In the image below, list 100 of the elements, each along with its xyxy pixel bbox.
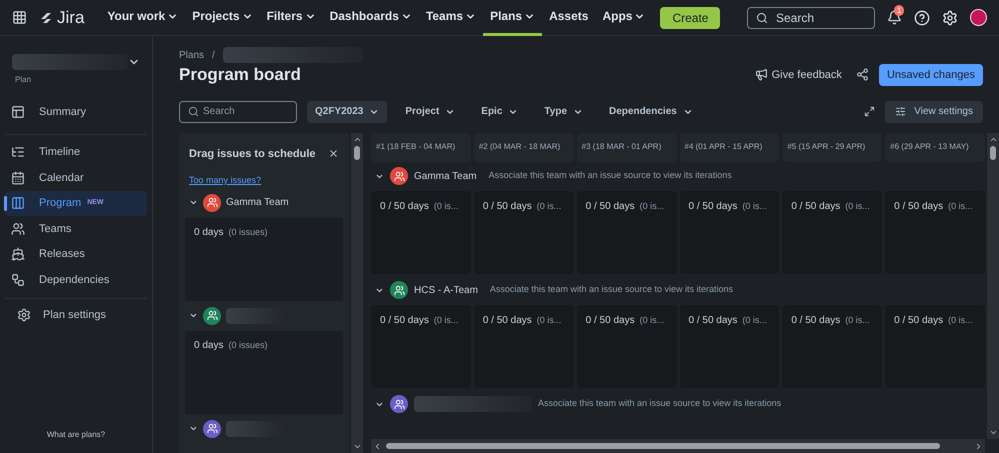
notification-badge: 1 xyxy=(894,5,904,16)
people-icon xyxy=(206,197,218,208)
nav-item[interactable]: Assets xyxy=(542,0,596,36)
issues-count: (0 is... xyxy=(640,314,664,327)
help-link[interactable]: What are plans? xyxy=(0,429,152,441)
scroll-left-icon[interactable] xyxy=(373,442,382,450)
nav-item[interactable]: Your work xyxy=(100,0,186,36)
flow-icon xyxy=(11,272,25,287)
sidebar-item[interactable]: Teams xyxy=(5,216,147,242)
help-icon[interactable] xyxy=(914,10,930,26)
team-note: Associate this team with an issue source to view its iterations xyxy=(490,283,734,296)
people-icon xyxy=(394,170,404,182)
scroll-thumb[interactable] xyxy=(354,146,360,160)
scrollbar[interactable] xyxy=(987,132,999,439)
issues-count: (0 is... xyxy=(845,200,870,213)
filter-dropdown[interactable]: Dependencies xyxy=(601,100,701,122)
scroll-down-icon[interactable] xyxy=(352,442,362,451)
create-button[interactable]: Create xyxy=(660,6,720,28)
layout-icon xyxy=(11,104,25,119)
plan-label: Plan xyxy=(14,74,32,86)
nav-item[interactable]: Projects xyxy=(185,0,260,36)
scroll-thumb[interactable] xyxy=(386,443,940,449)
gear-icon xyxy=(17,308,31,322)
iteration-header: #1 (18 FEB - 04 MAR) xyxy=(371,132,471,162)
iteration-header: #3 (18 MAR - 01 APR) xyxy=(576,132,676,162)
team-note: Associate this team with an issue source to view its iterations xyxy=(488,169,732,182)
scrollbar[interactable] xyxy=(351,132,363,453)
people-icon xyxy=(394,284,404,296)
team-note: Associate this team with an issue source to view its iterations xyxy=(538,397,782,410)
unsaved-changes-button[interactable]: Unsaved changes xyxy=(878,64,983,86)
scroll-down-icon[interactable] xyxy=(988,428,998,437)
timeline-icon xyxy=(11,145,25,160)
search-field[interactable]: Search xyxy=(179,100,297,122)
breadcrumb-link[interactable]: Plans xyxy=(179,48,204,62)
capacity-text: 0 / 50 days xyxy=(894,314,944,328)
settings-icon[interactable] xyxy=(942,10,958,26)
filter-dropdown[interactable]: Project xyxy=(397,100,464,122)
issues-count: (0 is... xyxy=(434,200,458,213)
team-name: HCS - A-Team xyxy=(414,284,478,298)
nav-item[interactable]: Apps xyxy=(595,0,652,36)
app-switcher-icon[interactable] xyxy=(12,10,27,25)
issues-count: (0 is... xyxy=(948,314,973,327)
avatar-icon[interactable] xyxy=(970,9,987,26)
nav-item[interactable]: Plans xyxy=(483,0,542,36)
horizontal-scrollbar[interactable] xyxy=(371,439,985,453)
search-icon xyxy=(188,106,199,117)
issues-count: (0 issues) xyxy=(228,338,268,352)
capacity-text: 0 / 50 days xyxy=(482,314,532,328)
filter-dropdown[interactable]: Type xyxy=(536,100,592,122)
capacity-text: 0 / 50 days xyxy=(791,314,840,328)
people-icon xyxy=(11,222,25,236)
breadcrumb-separator: / xyxy=(212,48,215,62)
search-icon xyxy=(756,12,768,24)
capacity-text: 0 / 50 days xyxy=(688,200,738,214)
share-icon[interactable] xyxy=(856,68,869,82)
search-field[interactable]: Search xyxy=(747,6,875,28)
plan-settings-item[interactable]: Plan settings xyxy=(5,298,147,323)
scroll-right-icon[interactable] xyxy=(974,442,983,450)
panel-title: Drag issues to schedule xyxy=(189,146,316,162)
capacity-text: 0 / 50 days xyxy=(380,200,429,214)
issues-count: (0 is... xyxy=(948,200,973,213)
nav-item[interactable]: Filters xyxy=(260,0,323,36)
sidebar-item[interactable]: Releases xyxy=(5,242,147,267)
calendar-icon xyxy=(11,170,25,185)
iteration-header: #5 (15 APR - 29 APR) xyxy=(782,132,882,162)
too-many-issues-link[interactable]: Too many issues? xyxy=(185,174,343,188)
iteration-header: #4 (01 APR - 15 APR) xyxy=(680,132,780,162)
board-icon xyxy=(11,196,25,210)
sidebar-item[interactable]: Dependencies xyxy=(5,267,147,292)
people-icon xyxy=(394,398,404,410)
filter-dropdown[interactable]: Q2FY2023 xyxy=(307,100,388,122)
iteration-header: #6 (29 APR - 13 MAY) xyxy=(885,132,985,162)
give-feedback-button[interactable]: Give feedback xyxy=(754,66,842,83)
page-title: Program board xyxy=(179,64,301,86)
issues-count: (0 is... xyxy=(742,200,767,213)
sidebar-item[interactable]: Calendar xyxy=(5,165,147,190)
people-icon xyxy=(206,310,218,321)
issues-count: (0 is... xyxy=(434,314,458,327)
capacity-text: 0 / 50 days xyxy=(688,314,738,328)
issues-count: (0 issues) xyxy=(228,226,268,239)
filter-dropdown[interactable]: Epic xyxy=(473,100,526,122)
nav-item[interactable]: Dashboards xyxy=(322,0,419,36)
capacity-text: 0 / 50 days xyxy=(586,314,635,328)
chevron-down-icon[interactable] xyxy=(189,424,198,433)
chevron-down-icon[interactable] xyxy=(189,198,198,207)
capacity-text: 0 / 50 days xyxy=(791,200,840,214)
fullscreen-icon[interactable] xyxy=(864,106,876,117)
nav-item[interactable]: Teams xyxy=(418,0,484,36)
capacity-text: 0 / 50 days xyxy=(894,200,944,214)
chevron-down-icon[interactable] xyxy=(189,311,198,320)
megaphone-icon xyxy=(754,68,768,82)
product-name: Jira xyxy=(57,6,84,29)
scroll-thumb[interactable] xyxy=(990,146,996,160)
team-name: Gamma Team xyxy=(414,170,477,184)
view-settings-button[interactable]: View settings xyxy=(885,100,983,122)
sidebar-item[interactable]: Timeline xyxy=(5,140,147,165)
close-icon[interactable] xyxy=(328,148,339,160)
sidebar-item[interactable]: Summary xyxy=(5,99,147,124)
issues-count: (0 is... xyxy=(536,200,562,213)
issues-count: (0 is... xyxy=(640,200,664,213)
